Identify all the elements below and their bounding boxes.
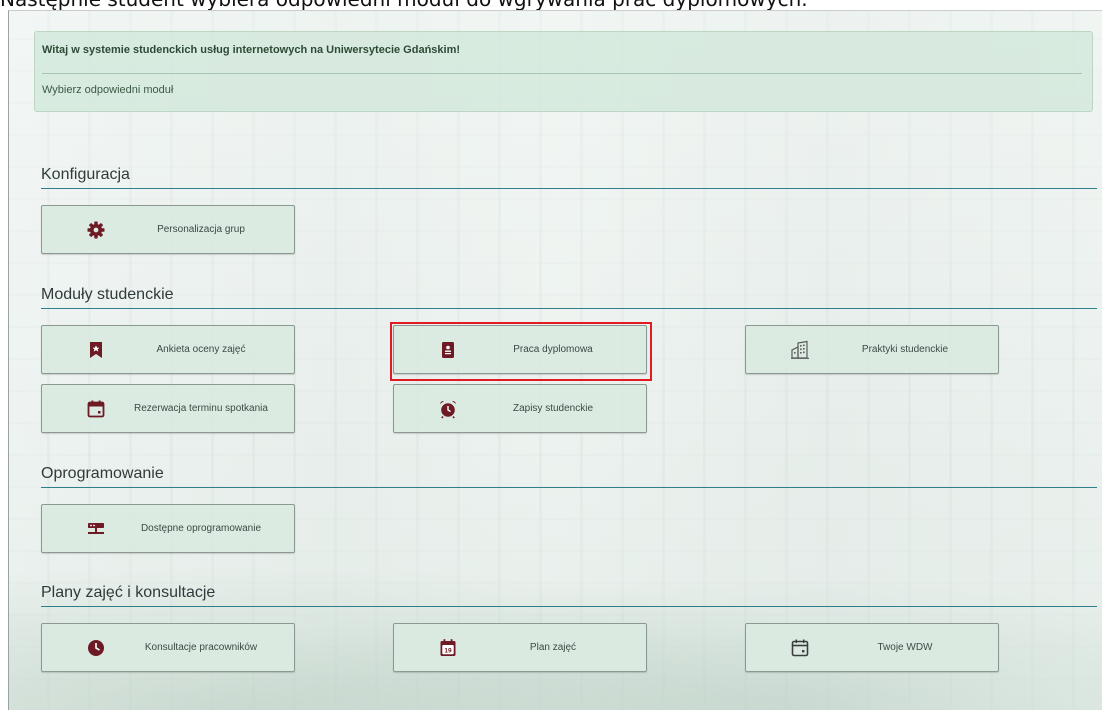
app-window: Witaj w systemie studenckich usług inter…: [8, 10, 1102, 710]
tile-ankieta-oceny-zajec[interactable]: Ankieta oceny zajęć: [41, 325, 295, 374]
tile-plan-zajec[interactable]: 19 Plan zajęć: [393, 623, 647, 672]
tile-label: Personalizacja grup: [157, 224, 245, 235]
welcome-alert: Witaj w systemie studenckich usług inter…: [34, 31, 1093, 112]
alarm-clock-icon: [440, 400, 456, 419]
tile-label: Ankieta oceny zajęć: [156, 344, 246, 355]
tile-label: Konsultacje pracowników: [144, 642, 258, 653]
welcome-title: Witaj w systemie studenckich usług inter…: [42, 44, 461, 56]
page-caption: Następnie student wybiera odpowiedni mod…: [0, 0, 1104, 10]
section-moduly-studenckie: Moduły studenckie: [41, 283, 1097, 309]
alert-divider: [42, 73, 1082, 74]
section-title: Moduły studenckie: [41, 286, 174, 303]
tile-label: Plan zajęć: [529, 642, 577, 653]
tile-zapisy-studenckie[interactable]: Zapisy studenckie: [393, 384, 647, 433]
tile-label: Dostępne oprogramowanie: [140, 523, 262, 534]
section-oprogramowanie: Oprogramowanie: [41, 462, 1097, 488]
section-konfiguracja: Konfiguracja: [41, 163, 1097, 189]
section-title: Konfiguracja: [41, 166, 130, 183]
section-plany-zajec: Plany zajęć i konsultacje: [41, 581, 1097, 607]
building-icon: [791, 340, 809, 359]
calendar-day-number: 19: [444, 648, 452, 655]
tile-twoje-wdw[interactable]: Twoje WDW: [745, 623, 999, 672]
calendar-date-icon: 19: [440, 639, 456, 656]
welcome-subtitle: Wybierz odpowiedni moduł: [42, 84, 174, 96]
gear-icon: [87, 221, 105, 239]
tile-personalizacja-grup[interactable]: Personalizacja grup: [41, 205, 295, 254]
calendar-icon: [87, 400, 105, 418]
bookmark-star-icon: [90, 342, 102, 358]
tile-label: Twoje WDW: [877, 642, 933, 653]
tile-konsultacje-pracownikow[interactable]: Konsultacje pracowników: [41, 623, 295, 672]
tile-label: Praktyki studenckie: [861, 344, 949, 355]
tile-label: Zapisy studenckie: [512, 403, 594, 414]
tile-rezerwacja-terminu[interactable]: Rezerwacja terminu spotkania: [41, 384, 295, 433]
calendar-outline-icon: [791, 639, 809, 657]
tile-label: Rezerwacja terminu spotkania: [134, 403, 268, 414]
network-server-icon: [88, 523, 104, 534]
tile-praktyki-studenckie[interactable]: Praktyki studenckie: [745, 325, 999, 374]
section-title: Oprogramowanie: [41, 465, 164, 482]
clock-icon: [88, 640, 104, 656]
tile-dostepne-oprogramowanie[interactable]: Dostępne oprogramowanie: [41, 504, 295, 553]
highlight-frame: [390, 322, 652, 381]
section-title: Plany zajęć i konsultacje: [41, 584, 216, 601]
